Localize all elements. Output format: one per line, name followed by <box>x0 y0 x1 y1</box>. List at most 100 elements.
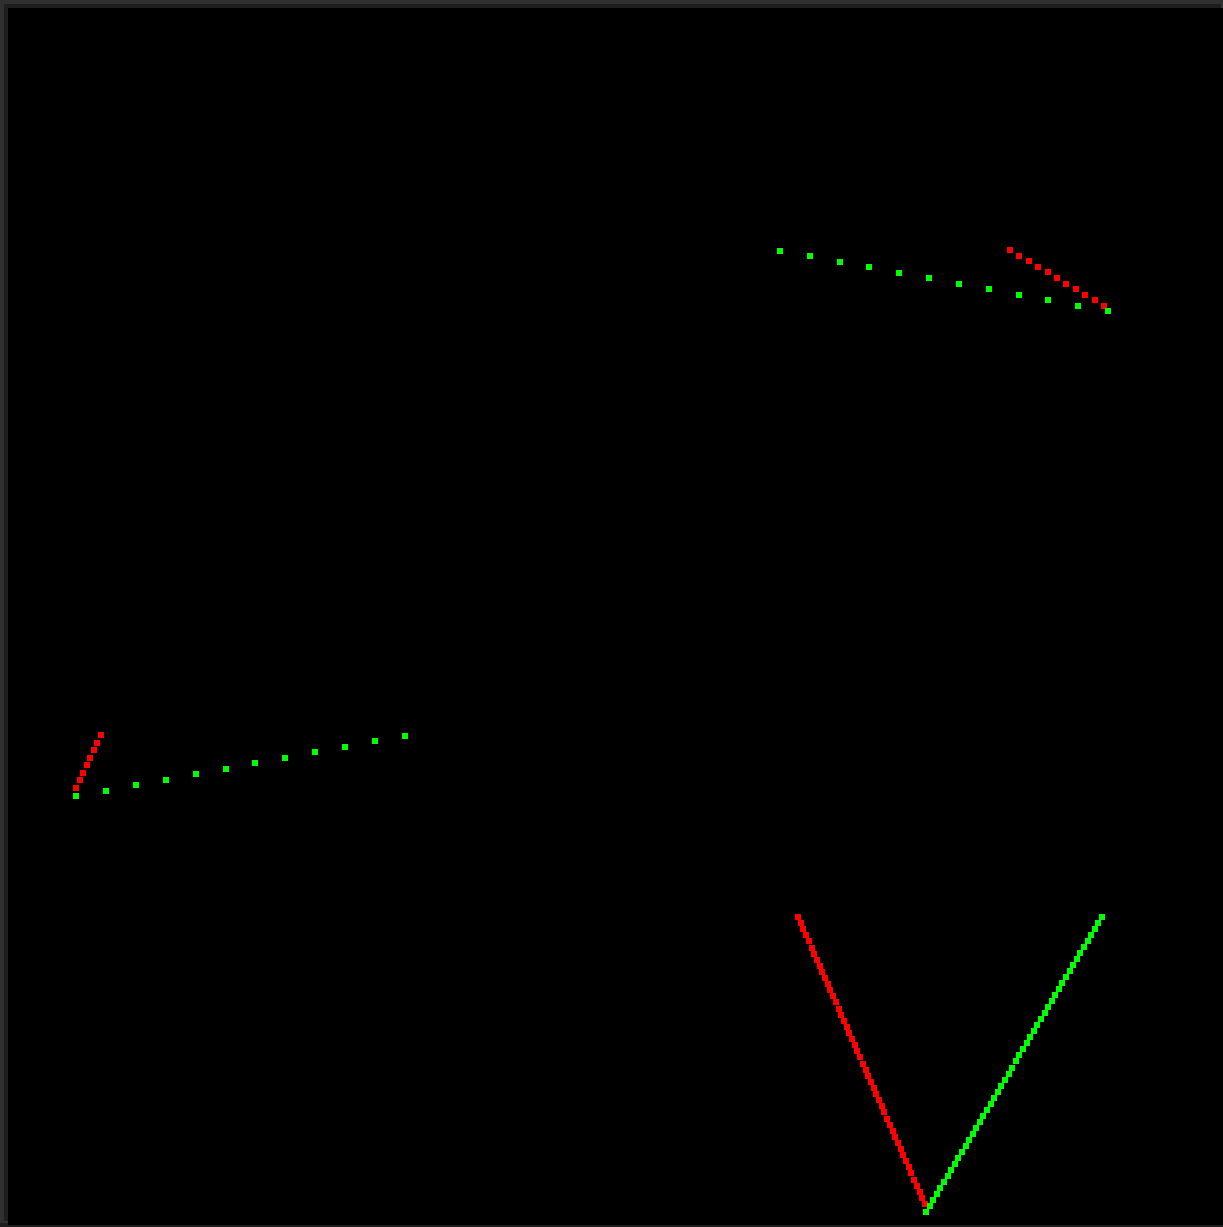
pixel-dot <box>930 1197 936 1203</box>
pixel-dot <box>1099 914 1105 920</box>
pixel-dot <box>1016 1052 1022 1058</box>
pixel-dot <box>372 738 378 744</box>
pixel-dot <box>795 914 801 920</box>
pixel-dot <box>1077 950 1083 956</box>
pixel-dot <box>1009 1065 1015 1071</box>
pixel-dot <box>1020 1046 1026 1052</box>
pixel-dot <box>1024 1040 1030 1046</box>
pixel-dot <box>991 1095 997 1101</box>
pixel-dot <box>890 1128 896 1134</box>
pixel-dot <box>868 1079 874 1085</box>
pixel-dot <box>836 1006 842 1012</box>
pixel-dot <box>892 1134 898 1140</box>
pixel-dot <box>98 732 104 738</box>
pixel-dot <box>906 1164 912 1170</box>
pixel-dot <box>223 766 229 772</box>
pixel-dot <box>984 1107 990 1113</box>
pixel-dot <box>193 771 199 777</box>
pixel-dot <box>1002 1077 1008 1083</box>
pixel-dot <box>923 1209 929 1215</box>
pixel-dot <box>970 1131 976 1137</box>
pixel-dot <box>1016 292 1022 298</box>
pixel-dot <box>827 987 833 993</box>
pixel-dot <box>1088 932 1094 938</box>
pixel-dot <box>844 1024 850 1030</box>
pixel-dot <box>822 975 828 981</box>
pixel-dot <box>809 945 815 951</box>
pixel-dot <box>854 1048 860 1054</box>
pixel-dot <box>1092 926 1098 932</box>
pixel-dot <box>73 785 79 791</box>
pixel-drawing-canvas <box>8 8 1223 1225</box>
pixel-dot <box>1007 247 1013 253</box>
pixel-dot <box>895 1140 901 1146</box>
pixel-dot <box>1059 980 1065 986</box>
pixel-dot <box>1006 1071 1012 1077</box>
pixel-dot <box>881 1109 887 1115</box>
pixel-dot <box>937 1185 943 1191</box>
pixel-dot <box>1013 1058 1019 1064</box>
pixel-dot <box>1081 944 1087 950</box>
pixel-dot <box>342 744 348 750</box>
pixel-dot <box>1067 968 1073 974</box>
pixel-dot <box>977 1119 983 1125</box>
pixel-dot <box>952 1161 958 1167</box>
pixel-dot <box>77 777 83 783</box>
pixel-dot <box>914 1183 920 1189</box>
pixel-dot <box>963 1143 969 1149</box>
pixel-dot <box>995 1089 1001 1095</box>
pixel-dot <box>1073 286 1079 292</box>
pixel-dot <box>908 1170 914 1176</box>
pixel-dot <box>917 1189 923 1195</box>
pixel-dot <box>830 993 836 999</box>
pixel-dot <box>73 793 79 799</box>
pixel-dot <box>866 264 872 270</box>
pixel-dot <box>1052 992 1058 998</box>
pixel-dot <box>998 1083 1004 1089</box>
pixel-dot <box>163 777 169 783</box>
pixel-dot <box>898 1146 904 1152</box>
pixel-dot <box>838 1012 844 1018</box>
pixel-dot <box>956 281 962 287</box>
pixel-dot <box>900 1152 906 1158</box>
pixel-dot <box>1054 275 1060 281</box>
pixel-dot <box>863 1067 869 1073</box>
pixel-dot <box>948 1167 954 1173</box>
pixel-dot <box>817 963 823 969</box>
pixel-dot <box>980 1113 986 1119</box>
pixel-dot <box>941 1179 947 1185</box>
pixel-dot <box>1092 297 1098 303</box>
pixel-dot <box>103 788 109 794</box>
pixel-dot <box>1105 308 1111 314</box>
pixel-dot <box>919 1195 925 1201</box>
pixel-dot <box>873 1091 879 1097</box>
pixel-dot <box>811 951 817 957</box>
pixel-dot <box>945 1173 951 1179</box>
pixel-dot <box>806 938 812 944</box>
pixel-dot <box>896 270 902 276</box>
pixel-dot <box>94 740 100 746</box>
pixel-dot <box>849 1036 855 1042</box>
pixel-dot <box>800 926 806 932</box>
pixel-dot <box>1063 281 1069 287</box>
pixel-dot <box>837 259 843 265</box>
pixel-dot <box>1082 292 1088 298</box>
pixel-dot <box>84 762 90 768</box>
pixel-dot <box>884 1116 890 1122</box>
pixel-dot <box>934 1191 940 1197</box>
pixel-dot <box>879 1103 885 1109</box>
canvas-background <box>8 8 1223 1225</box>
pixel-dot <box>966 1137 972 1143</box>
pixel-dot <box>871 1085 877 1091</box>
pixel-dot <box>252 760 258 766</box>
pixel-dot <box>857 1054 863 1060</box>
pixel-dot <box>973 1125 979 1131</box>
pixel-dot <box>1045 297 1051 303</box>
pixel-dot <box>927 1203 933 1209</box>
pixel-dot <box>1038 1016 1044 1022</box>
pixel-dot <box>903 1158 909 1164</box>
pixel-dot <box>955 1155 961 1161</box>
pixel-dot <box>777 248 783 254</box>
pixel-dot <box>1035 264 1041 270</box>
pixel-dot <box>1085 938 1091 944</box>
